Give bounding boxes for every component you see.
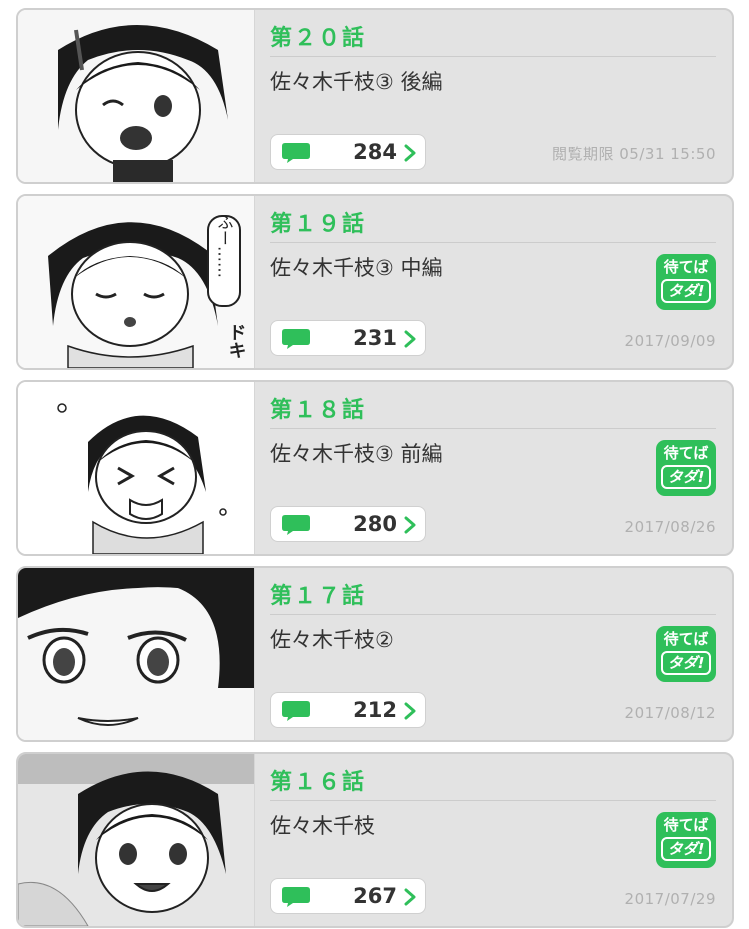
sfx-bubble-text: ふー…… (215, 214, 234, 278)
speech-bubble-icon (282, 143, 310, 163)
free-if-you-wait-badge: 待てば タダ! (656, 254, 716, 310)
divider (270, 428, 716, 429)
manga-girl-closeup-image (18, 568, 254, 740)
badge-line1: 待てば (663, 258, 709, 276)
episode-number: 第１６話 (270, 770, 367, 795)
badge-line2: タダ! (660, 837, 712, 861)
comments-button[interactable]: 284 (270, 134, 426, 170)
badge-line1: 待てば (663, 630, 709, 648)
episode-subtitle: 佐々木千枝② (270, 628, 394, 652)
episode-subtitle: 佐々木千枝③ 後編 (270, 70, 443, 94)
release-date: 2017/07/29 (624, 890, 716, 908)
episode-subtitle: 佐々木千枝③ 前編 (270, 442, 443, 466)
chevron-right-icon (404, 144, 416, 162)
chevron-right-icon (404, 888, 416, 906)
episode-number: 第２０話 (270, 26, 367, 51)
episode-list: 第２０話 佐々木千枝③ 後編 284 閲覧期限 05/31 15:50 ふー……… (0, 0, 749, 929)
episode-card-16[interactable]: 第１６話 佐々木千枝 待てば タダ! 267 2017/07/29 (16, 752, 734, 928)
manga-girl-winking-image (18, 10, 254, 182)
episode-thumbnail[interactable] (18, 754, 255, 926)
manga-girl-chibi-image (18, 382, 254, 554)
badge-line2: タダ! (660, 651, 712, 675)
comments-button[interactable]: 212 (270, 692, 426, 728)
episode-card-19[interactable]: ふー…… ドキ 第１９話 佐々木千枝③ 中編 待てば タダ! 231 2017/… (16, 194, 734, 370)
divider (270, 614, 716, 615)
comments-button[interactable]: 280 (270, 506, 426, 542)
chevron-right-icon (404, 330, 416, 348)
manga-girl-eyes-closed-image: ふー…… ドキ (18, 196, 254, 368)
comment-count: 284 (353, 140, 397, 164)
episode-card-18[interactable]: 第１８話 佐々木千枝③ 前編 待てば タダ! 280 2017/08/26 (16, 380, 734, 556)
chevron-right-icon (404, 516, 416, 534)
episode-number: 第１８話 (270, 398, 367, 423)
view-deadline: 閲覧期限 05/31 15:50 (552, 145, 716, 163)
free-if-you-wait-badge: 待てば タダ! (656, 812, 716, 868)
episode-number: 第１９話 (270, 212, 367, 237)
chevron-right-icon (404, 702, 416, 720)
manga-girl-smiling-image (18, 754, 254, 926)
episode-number: 第１７話 (270, 584, 367, 609)
comments-button[interactable]: 231 (270, 320, 426, 356)
speech-bubble-icon (282, 515, 310, 535)
episode-subtitle: 佐々木千枝③ 中編 (270, 256, 443, 280)
speech-bubble-icon (282, 887, 310, 907)
speech-bubble-icon (282, 329, 310, 349)
divider (270, 242, 716, 243)
comment-count: 231 (353, 326, 397, 350)
comment-count: 267 (353, 884, 397, 908)
divider (270, 800, 716, 801)
badge-line1: 待てば (663, 444, 709, 462)
sfx-doki-text: ドキ (226, 323, 247, 359)
release-date: 2017/08/26 (624, 518, 716, 536)
episode-thumbnail[interactable] (18, 382, 255, 554)
comments-button[interactable]: 267 (270, 878, 426, 914)
free-if-you-wait-badge: 待てば タダ! (656, 440, 716, 496)
episode-thumbnail[interactable]: ふー…… ドキ (18, 196, 255, 368)
episode-thumbnail[interactable] (18, 568, 255, 740)
speech-bubble-icon (282, 701, 310, 721)
episode-thumbnail[interactable] (18, 10, 255, 182)
episode-card-17[interactable]: 第１７話 佐々木千枝② 待てば タダ! 212 2017/08/12 (16, 566, 734, 742)
episode-card-20[interactable]: 第２０話 佐々木千枝③ 後編 284 閲覧期限 05/31 15:50 (16, 8, 734, 184)
free-if-you-wait-badge: 待てば タダ! (656, 626, 716, 682)
badge-line2: タダ! (660, 279, 712, 303)
release-date: 2017/09/09 (624, 332, 716, 350)
badge-line1: 待てば (663, 816, 709, 834)
comment-count: 280 (353, 512, 397, 536)
comment-count: 212 (353, 698, 397, 722)
release-date: 2017/08/12 (624, 704, 716, 722)
episode-subtitle: 佐々木千枝 (270, 814, 375, 838)
divider (270, 56, 716, 57)
badge-line2: タダ! (660, 465, 712, 489)
